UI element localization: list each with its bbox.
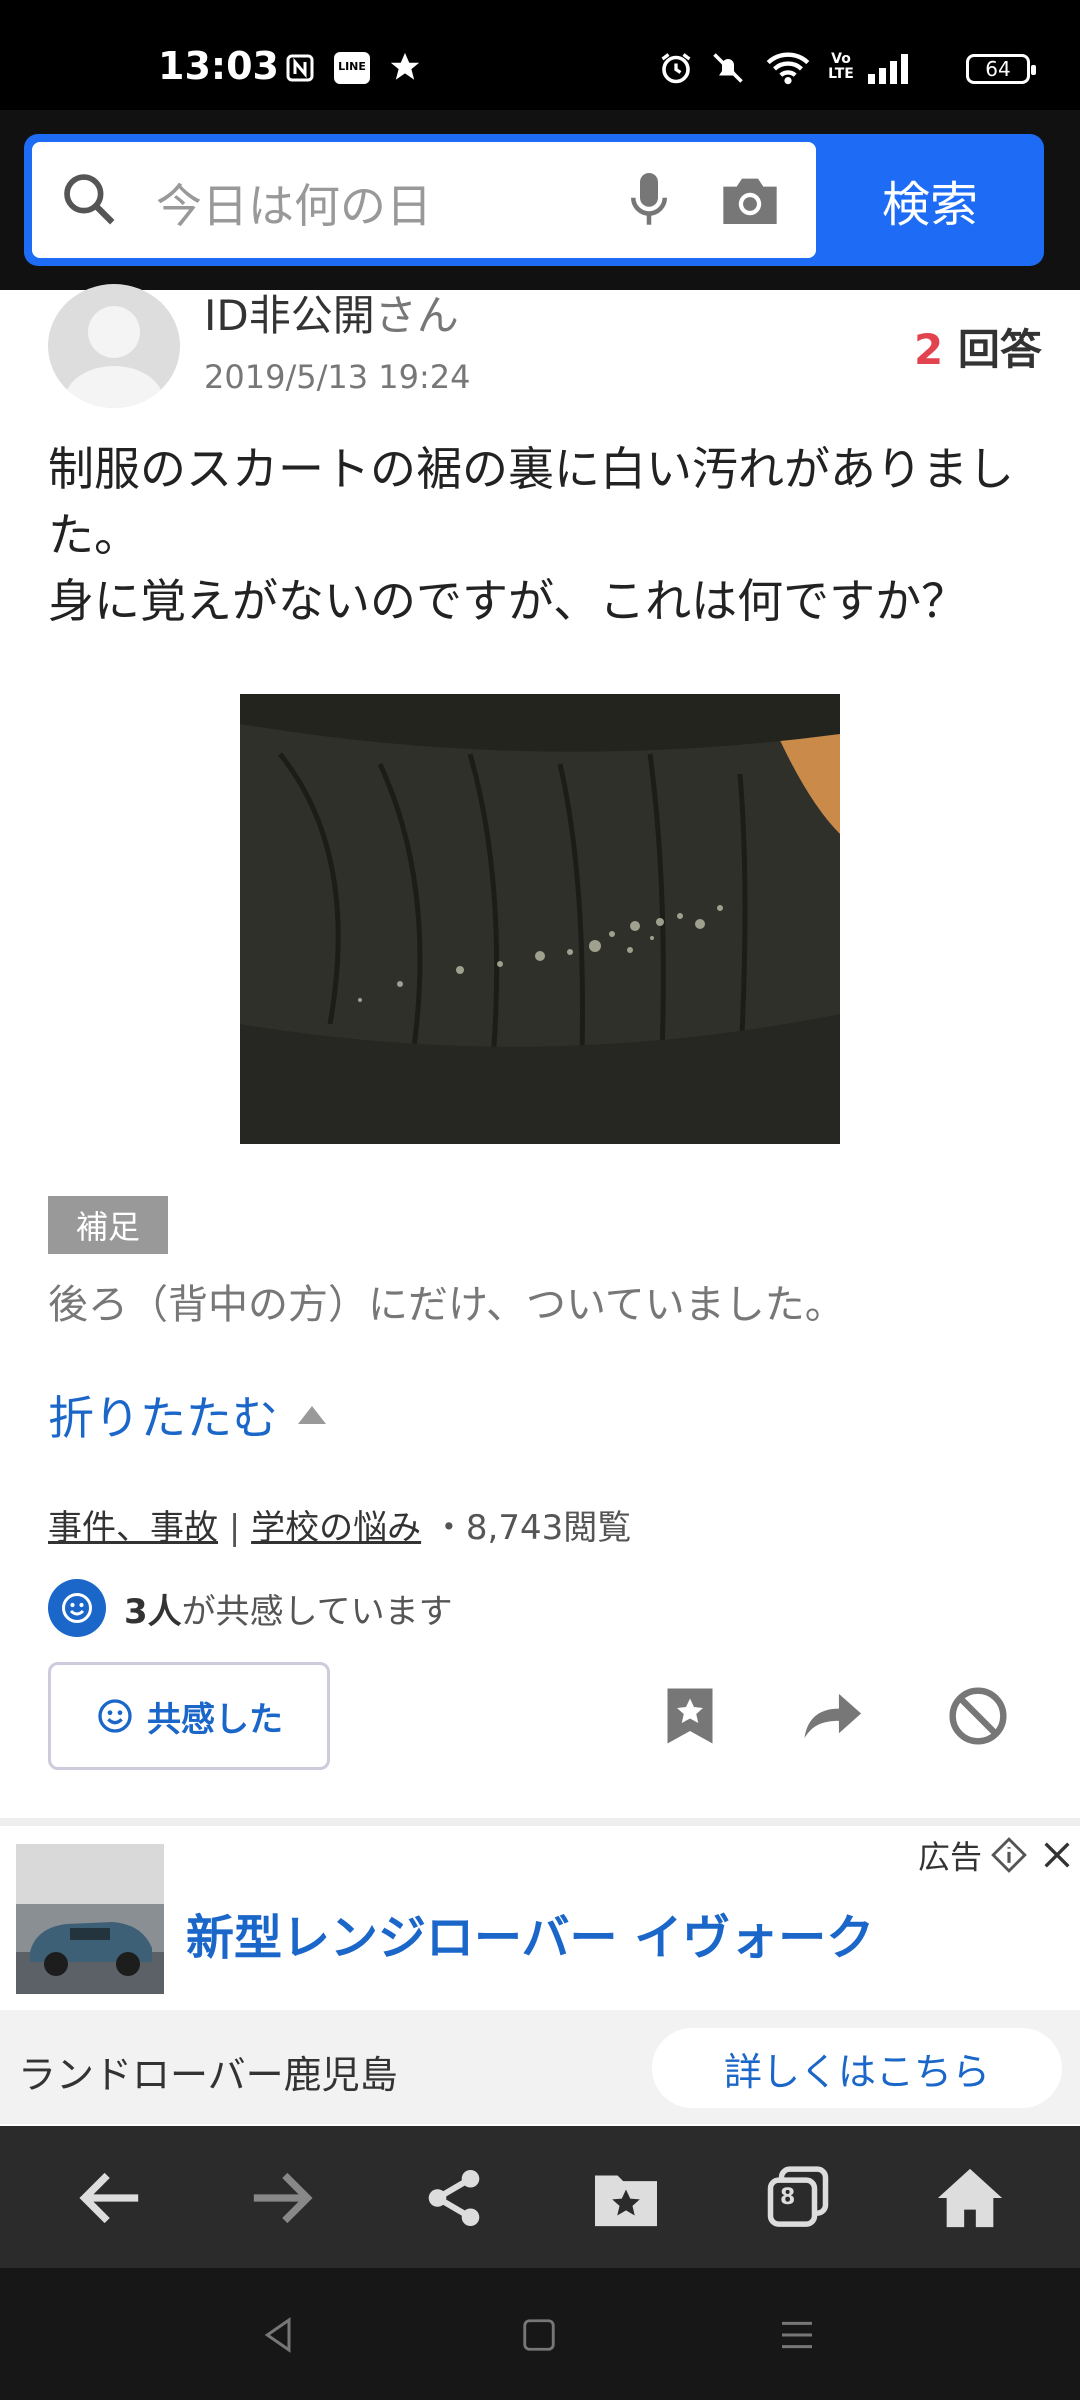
back-arrow-icon[interactable] bbox=[68, 2160, 152, 2236]
smile-icon bbox=[48, 1579, 106, 1637]
nav-back-icon[interactable] bbox=[254, 2310, 304, 2360]
share-arrow-icon[interactable] bbox=[798, 1680, 870, 1752]
avatar bbox=[48, 284, 180, 408]
answer-label: 回答 bbox=[957, 325, 1042, 374]
status-time: 13:03 bbox=[158, 44, 279, 88]
camera-icon[interactable] bbox=[718, 170, 782, 230]
tab-count: 8 bbox=[780, 2185, 796, 2210]
bookmark-folder-icon[interactable] bbox=[584, 2160, 668, 2236]
nav-menu-icon[interactable] bbox=[772, 2310, 822, 2360]
ad-label[interactable]: 広告 bbox=[918, 1832, 1074, 1878]
sympathy-count: 3人 bbox=[124, 1591, 182, 1632]
ad-image[interactable] bbox=[16, 1844, 164, 1994]
sympathy-button[interactable]: 共感した bbox=[48, 1662, 330, 1770]
wifi-icon bbox=[766, 50, 810, 86]
microphone-icon[interactable] bbox=[622, 168, 676, 232]
question-meta: 事件、事故 | 学校の悩み ・8,743閲覧 bbox=[48, 1500, 631, 1549]
question-line-1: 制服のスカートの裾の裏に白い汚れがありました。 bbox=[48, 442, 1014, 562]
supplement-text: 後ろ（背中の方）にだけ、ついていました。 bbox=[48, 1282, 845, 1328]
post-date: 2019/5/13 19:24 bbox=[204, 358, 471, 396]
answer-number: 2 bbox=[914, 325, 944, 374]
view-count: ・8,743閲覧 bbox=[431, 1508, 632, 1548]
search-icon bbox=[58, 168, 120, 230]
signal-icon bbox=[866, 52, 914, 86]
author-suffix: さん bbox=[374, 291, 459, 340]
search-placeholder: 今日は何の日 bbox=[156, 179, 432, 233]
block-icon[interactable] bbox=[942, 1680, 1014, 1752]
smile-outline-icon bbox=[95, 1696, 135, 1736]
browser-toolbar bbox=[0, 2126, 1080, 2268]
sympathy-text: が共感しています bbox=[181, 1591, 453, 1632]
category-link-2[interactable]: 学校の悩み bbox=[251, 1508, 421, 1548]
star-icon bbox=[388, 50, 422, 84]
nfc-icon bbox=[286, 54, 314, 82]
alarm-icon bbox=[658, 50, 694, 86]
tabs-icon[interactable]: 8 bbox=[756, 2160, 840, 2236]
question-photo[interactable] bbox=[240, 694, 840, 1144]
forward-arrow-icon[interactable] bbox=[240, 2160, 324, 2236]
home-icon[interactable] bbox=[928, 2160, 1012, 2236]
ad-info-icon bbox=[990, 1836, 1028, 1874]
category-separator: | bbox=[228, 1508, 241, 1548]
divider bbox=[0, 1818, 1080, 1826]
sympathy-button-label: 共感した bbox=[147, 1699, 283, 1740]
nav-home-icon[interactable] bbox=[514, 2310, 564, 2360]
triangle-up-icon bbox=[298, 1406, 326, 1424]
share-icon[interactable] bbox=[412, 2160, 496, 2236]
volte-icon: Vo LTE bbox=[828, 51, 854, 82]
close-icon[interactable] bbox=[1040, 1838, 1074, 1872]
ad-advertiser: ランドローバー鹿児島 bbox=[18, 2053, 398, 2097]
category-link-1[interactable]: 事件、事故 bbox=[48, 1508, 218, 1548]
mute-icon bbox=[708, 50, 748, 86]
battery-icon: 64 bbox=[966, 54, 1036, 84]
ad-label-text: 広告 bbox=[918, 1838, 983, 1876]
ad-title[interactable]: 新型レンジローバー イヴォーク bbox=[186, 1898, 874, 1968]
line-manga-icon: LINE bbox=[334, 52, 370, 84]
ad-cta-button[interactable]: 詳しくはこちら bbox=[652, 2028, 1062, 2108]
author-id: ID非公開 bbox=[204, 291, 375, 340]
question-body: 制服のスカートの裾の裏に白い汚れがありました。 身に覚えがないのですが、これは何… bbox=[48, 436, 1038, 634]
answer-count[interactable]: 2 回答 bbox=[914, 316, 1042, 377]
fold-label: 折りたたむ bbox=[48, 1391, 278, 1445]
author-name[interactable]: ID非公開さん bbox=[204, 282, 459, 343]
fold-button[interactable]: 折りたたむ bbox=[48, 1382, 326, 1448]
supplement-badge: 補足 bbox=[48, 1196, 168, 1254]
bookmark-icon[interactable] bbox=[654, 1680, 726, 1752]
question-line-2: 身に覚えがないのですが、これは何ですか？ bbox=[48, 574, 968, 628]
search-button[interactable]: 検索 bbox=[816, 134, 1044, 266]
sympathy-summary: 3人 が共感しています bbox=[48, 1578, 453, 1638]
